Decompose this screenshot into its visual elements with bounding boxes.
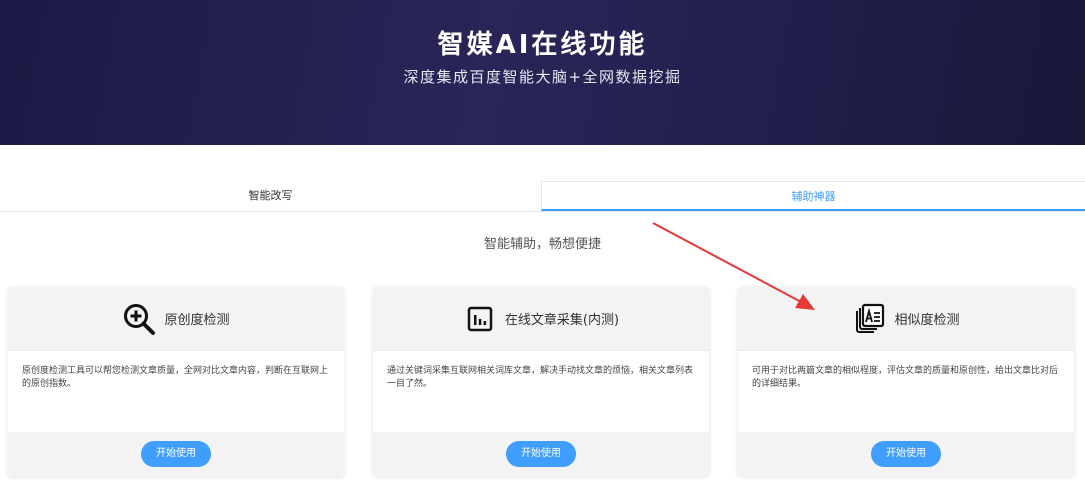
hero-subtitle: 深度集成百度智能大脑+全网数据挖掘 — [403, 68, 682, 86]
card-description: 通过关键词采集互联网相关词库文章，解决手动找文章的烦恼，相关文章列表一目了然。 — [373, 350, 709, 432]
card-title: 相似度检测 — [894, 313, 960, 328]
card-footer: 开始使用 — [8, 432, 344, 476]
tab-smart-rewrite[interactable]: 智能改写 — [0, 181, 541, 210]
start-button[interactable]: 开始使用 — [141, 441, 211, 467]
card-title: 原创度检测 — [164, 313, 230, 328]
card-originality-check: 原创度检测 原创度检测工具可以帮您检测文章质量，全网对比文章内容，判断在互联网上… — [8, 287, 344, 476]
hero-banner: 智媒AI在线功能 深度集成百度智能大脑+全网数据挖掘 — [0, 0, 1085, 145]
card-description: 原创度检测工具可以帮您检测文章质量，全网对比文章内容，判断在互联网上的原创指数。 — [8, 350, 344, 432]
card-title: 在线文章采集(内测) — [504, 313, 620, 328]
bar-chart-icon — [463, 302, 497, 336]
tab-assistant-tools[interactable]: 辅助神器 — [541, 181, 1085, 211]
start-button[interactable]: 开始使用 — [871, 441, 941, 467]
card-header: 原创度检测 — [8, 287, 344, 350]
tab-bar: 智能改写 辅助神器 — [0, 181, 1085, 212]
section-subtitle: 智能辅助，畅想便捷 — [483, 237, 601, 252]
card-footer: 开始使用 — [373, 432, 709, 476]
document-compare-icon — [852, 302, 886, 336]
hero-title: 智媒AI在线功能 — [437, 30, 648, 60]
magnify-plus-icon — [122, 302, 156, 336]
start-button[interactable]: 开始使用 — [506, 441, 576, 467]
card-description: 可用于对比两篇文章的相似程度，评估文章的质量和原创性，给出文章比对后的详细结果。 — [738, 350, 1074, 432]
annotation-arrow-icon — [652, 222, 815, 310]
card-footer: 开始使用 — [738, 432, 1074, 476]
